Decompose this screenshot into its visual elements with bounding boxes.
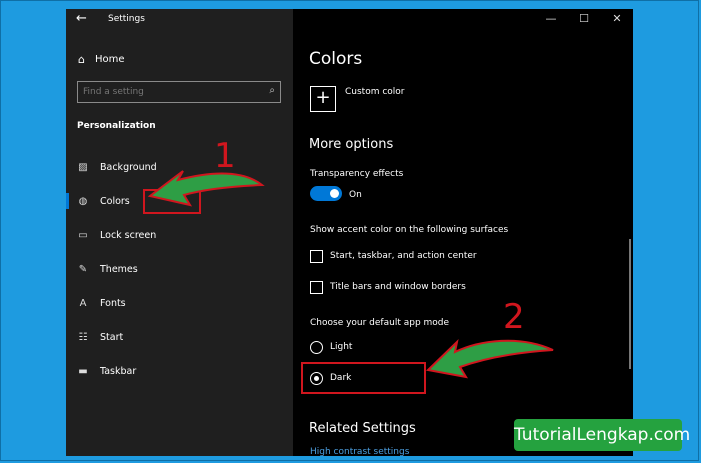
sidebar-item-label: Colors (100, 195, 130, 207)
more-options-heading: More options (309, 137, 394, 152)
search-input[interactable] (83, 85, 263, 99)
sidebar-item-home[interactable]: ⌂ Home (78, 53, 125, 66)
sidebar-item-label: Start (100, 331, 124, 343)
step-1-label: 1 (214, 136, 236, 176)
minimize-icon[interactable]: — (541, 12, 561, 25)
close-icon[interactable]: ✕ (607, 12, 627, 25)
sidebar-item-taskbar[interactable]: ▬ Taskbar (66, 358, 293, 384)
sidebar-item-label: Lock screen (100, 229, 157, 241)
light-mode-radio[interactable] (310, 341, 323, 354)
colors-highlight-box (143, 189, 201, 214)
app-mode-label: Choose your default app mode (310, 318, 450, 328)
maximize-icon[interactable]: ☐ (574, 12, 594, 25)
themes-icon: ✎ (78, 263, 88, 275)
lock-screen-icon: ▭ (78, 229, 88, 241)
start-taskbar-checkbox[interactable] (310, 250, 323, 263)
back-arrow-icon[interactable]: ← (76, 11, 87, 26)
accent-surfaces-label: Show accent color on the following surfa… (310, 225, 509, 235)
picture-icon: ▨ (78, 161, 88, 173)
sidebar-item-label: Themes (100, 263, 138, 275)
high-contrast-link[interactable]: High contrast settings (310, 447, 409, 456)
fonts-icon: A (79, 297, 87, 309)
custom-color-label: Custom color (345, 87, 405, 97)
light-mode-label: Light (330, 342, 353, 352)
add-custom-color-button[interactable]: + (310, 86, 336, 112)
sidebar-item-lock-screen[interactable]: ▭ Lock screen (66, 222, 293, 248)
app-title: Settings (108, 14, 145, 24)
transparency-label: Transparency effects (310, 169, 404, 179)
title-bar: ← Settings — ☐ ✕ (66, 9, 633, 31)
sidebar-item-themes[interactable]: ✎ Themes (66, 256, 293, 282)
title-bars-checkbox[interactable] (310, 281, 323, 294)
sidebar-item-start[interactable]: ☷ Start (66, 324, 293, 350)
home-label: Home (94, 54, 125, 65)
section-label: Personalization (77, 121, 156, 131)
toggle-state-label: On (349, 190, 362, 200)
search-box: ⌕ (77, 81, 281, 103)
title-bars-label: Title bars and window borders (330, 282, 466, 292)
home-icon: ⌂ (78, 53, 85, 66)
sidebar-item-background[interactable]: ▨ Background (66, 154, 293, 180)
page-title: Colors (309, 49, 363, 69)
transparency-toggle[interactable] (310, 186, 342, 201)
start-taskbar-label: Start, taskbar, and action center (330, 251, 477, 261)
dark-highlight-box (301, 362, 426, 394)
sidebar-item-label: Taskbar (100, 365, 137, 377)
watermark: TutorialLengkap.com (514, 419, 690, 451)
plus-icon: + (315, 87, 331, 108)
palette-icon: ◍ (78, 195, 88, 207)
taskbar-icon: ▬ (78, 365, 88, 377)
toggle-knob (330, 189, 339, 198)
sidebar-item-fonts[interactable]: A Fonts (66, 290, 293, 316)
search-icon[interactable]: ⌕ (269, 85, 275, 96)
step-2-label: 2 (503, 297, 525, 337)
sidebar-item-label: Fonts (100, 297, 126, 309)
sidebar: ⌂ Home ⌕ Personalization ▨ Background ◍ … (66, 9, 293, 456)
scrollbar[interactable] (629, 239, 631, 369)
related-settings-heading: Related Settings (309, 421, 416, 436)
sidebar-item-label: Background (100, 161, 157, 173)
start-icon: ☷ (78, 331, 88, 343)
